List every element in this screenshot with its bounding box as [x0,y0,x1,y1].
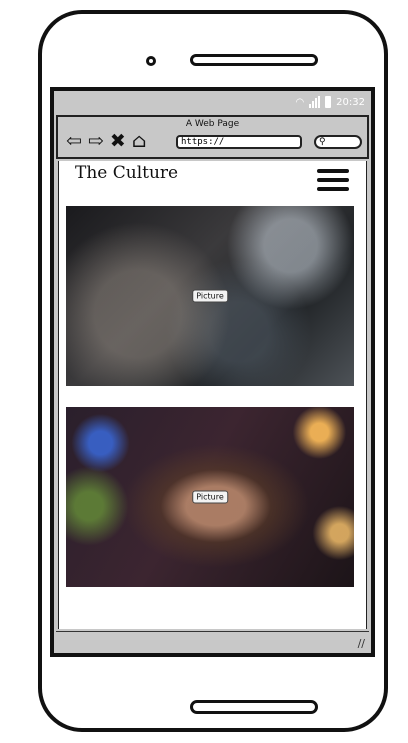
status-bar: ◠ 20:32 [54,91,371,113]
url-field[interactable]: https:// [176,135,302,149]
picture-1: Picture [66,206,354,386]
picture-2: Picture [66,407,354,587]
status-time: 20:32 [336,96,365,108]
close-icon[interactable]: ✖ [110,131,126,151]
speaker-grille [190,54,318,66]
home-button[interactable] [190,700,318,714]
home-icon[interactable]: ⌂ [132,131,147,151]
hamburger-menu-icon[interactable] [317,169,349,191]
browser-page-title: A Web Page [185,119,240,129]
forward-arrow-icon[interactable]: ⇨ [88,131,104,151]
picture-label: Picture [192,289,228,303]
page-content: The Culture Picture Picture [58,161,367,629]
wifi-icon: ◠ [295,96,305,108]
browser-bottom-bar: ∕∕ [56,631,369,650]
camera-icon [146,56,156,66]
search-field[interactable]: ⚲ [314,135,362,149]
phone-screen: ◠ 20:32 A Web Page ⇦ ⇨ ✖ ⌂ https:// ⚲ Th… [50,87,375,657]
resize-handle-icon[interactable]: ∕∕ [358,637,365,650]
battery-icon [325,96,332,108]
search-icon: ⚲ [319,137,326,147]
back-arrow-icon[interactable]: ⇦ [66,131,82,151]
browser-nav-buttons: ⇦ ⇨ ✖ ⌂ [66,131,146,151]
picture-label: Picture [192,490,228,504]
site-title: The Culture [75,163,179,183]
signal-icon [309,96,321,108]
browser-toolbar: A Web Page ⇦ ⇨ ✖ ⌂ https:// ⚲ [56,115,369,159]
